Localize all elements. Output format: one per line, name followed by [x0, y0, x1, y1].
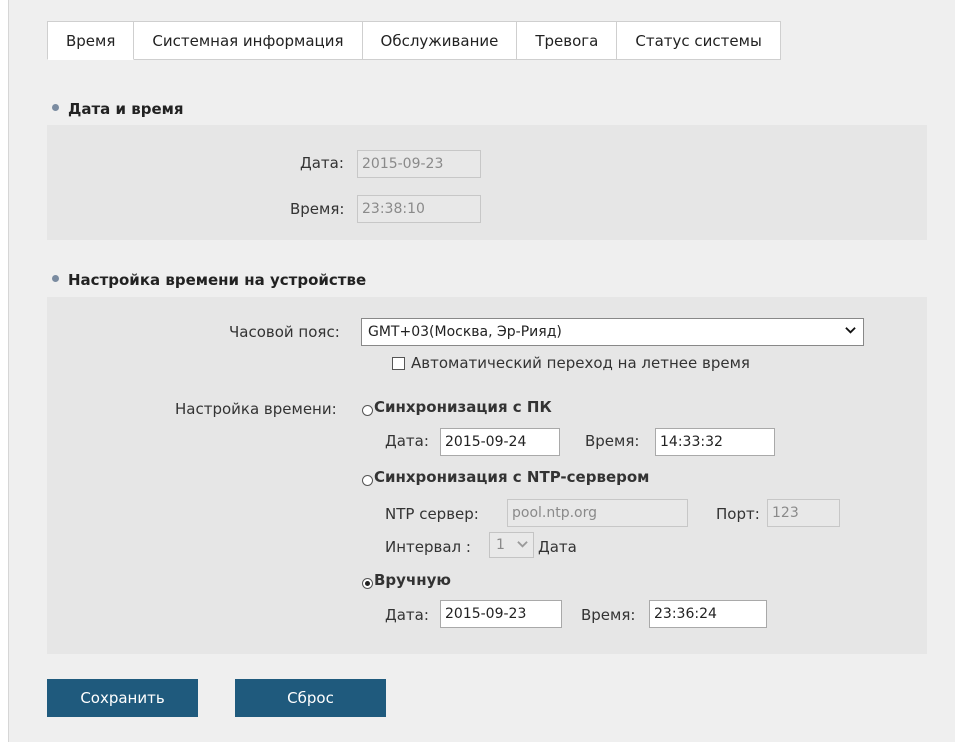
tab-time[interactable]: Время	[47, 21, 135, 60]
timezone-value: GMT+03(Москва, Эр-Рияд)	[368, 324, 562, 340]
ntp-interval-value: 1	[496, 537, 505, 553]
sync-pc-radio[interactable]	[362, 405, 373, 416]
reset-button[interactable]: Сброс	[235, 679, 386, 717]
tab-system-info[interactable]: Системная информация	[134, 21, 363, 60]
current-time-field	[357, 195, 481, 223]
ntp-interval-select: 1	[489, 532, 534, 558]
sync-pc-label: Синхронизация с ПК	[374, 398, 552, 416]
manual-label: Вручную	[374, 571, 451, 589]
section-datetime-title: Дата и время	[52, 100, 184, 118]
chevron-down-icon	[845, 327, 856, 334]
manual-radio[interactable]	[362, 578, 373, 589]
time-settings-label: Настройка времени:	[175, 400, 337, 418]
tab-bar: Время Системная информация Обслуживание …	[47, 21, 781, 60]
sync-pc-time-label: Время:	[585, 432, 640, 450]
manual-time-label: Время:	[581, 606, 636, 624]
sync-ntp-radio[interactable]	[362, 475, 373, 486]
ntp-interval-unit: Дата	[538, 538, 577, 556]
tab-system-status[interactable]: Статус системы	[617, 21, 781, 60]
sync-pc-time-field[interactable]	[655, 428, 775, 456]
section-device-time-label: Настройка времени на устройстве	[68, 271, 367, 289]
sync-pc-date-label: Дата:	[385, 432, 429, 450]
dst-label: Автоматический переход на летнее время	[411, 354, 750, 372]
current-time-label: Время:	[290, 200, 345, 218]
current-date-label: Дата:	[300, 154, 344, 172]
section-datetime-label: Дата и время	[68, 100, 184, 118]
bullet-icon	[52, 104, 59, 111]
section-device-time-title: Настройка времени на устройстве	[52, 271, 366, 289]
tab-alarm[interactable]: Тревога	[517, 21, 618, 60]
chevron-down-icon	[517, 541, 528, 548]
sync-pc-date-field[interactable]	[440, 428, 560, 456]
datetime-panel	[47, 125, 927, 240]
ntp-server-label: NTP сервер:	[385, 505, 479, 523]
ntp-port-field	[767, 499, 840, 527]
ntp-interval-label: Интервал :	[385, 538, 471, 556]
manual-date-label: Дата:	[385, 606, 429, 624]
tab-maintenance[interactable]: Обслуживание	[362, 21, 518, 60]
save-button[interactable]: Сохранить	[47, 679, 198, 717]
ntp-port-label: Порт:	[716, 505, 760, 523]
timezone-select[interactable]: GMT+03(Москва, Эр-Рияд)	[361, 318, 864, 346]
sync-ntp-label: Синхронизация с NTP-сервером	[374, 468, 650, 486]
manual-date-field[interactable]	[440, 600, 562, 628]
ntp-server-field	[507, 499, 688, 527]
dst-checkbox[interactable]	[392, 357, 405, 370]
current-date-field	[357, 150, 481, 178]
bullet-icon	[52, 275, 59, 282]
manual-time-field[interactable]	[649, 600, 767, 628]
timezone-label: Часовой пояс:	[229, 323, 340, 341]
